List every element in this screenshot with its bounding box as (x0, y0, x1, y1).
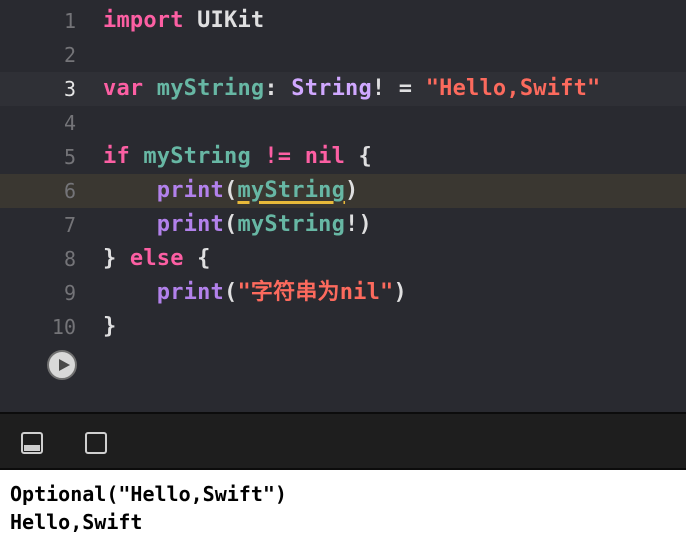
paren: ) (393, 280, 407, 305)
code-line[interactable]: 7 print(myString!) (0, 208, 686, 242)
colon: : (264, 76, 292, 101)
console-panel-icon[interactable] (21, 432, 43, 454)
keyword-else: else (129, 246, 184, 271)
code-text: } (103, 310, 116, 344)
debug-toolbar (0, 412, 686, 470)
line-number: 2 (63, 43, 76, 67)
string-literal: "Hello,Swift" (425, 76, 601, 101)
line-number: 5 (63, 145, 76, 169)
code-line[interactable]: 10 } (0, 310, 686, 344)
line-number: 4 (63, 111, 76, 135)
console-line: Hello,Swift (10, 510, 143, 534)
type-name: String (291, 76, 372, 101)
keyword-import: import (103, 8, 184, 33)
console-output[interactable]: Optional("Hello,Swift") Hello,Swift (0, 470, 686, 552)
function-print: print (156, 212, 225, 237)
identifier: myString (129, 144, 251, 169)
code-text: } else { (103, 242, 211, 276)
square-icon[interactable] (85, 432, 107, 454)
operator: != (250, 144, 305, 169)
code-line-current[interactable]: 3 var myString: String! = "Hello,Swift" (0, 72, 686, 106)
code-line[interactable]: 4 (0, 106, 686, 140)
line-number: 1 (63, 9, 76, 33)
module-name: UIKit (183, 8, 265, 33)
identifier: myString (237, 212, 346, 237)
code-text: var myString: String! = "Hello,Swift" (103, 72, 601, 106)
code-line[interactable]: 2 (0, 38, 686, 72)
paren: ( (224, 178, 238, 203)
function-print: print (156, 178, 225, 203)
panel-fill (24, 445, 40, 451)
string-literal: "字符串为nil" (237, 280, 394, 305)
code-text: print("字符串为nil") (103, 276, 407, 310)
operator: ! = (371, 76, 426, 101)
code-line-warning[interactable]: 6 print(myString) (0, 174, 686, 208)
console-line: Optional("Hello,Swift") (10, 482, 287, 506)
function-print: print (156, 280, 225, 305)
code-line[interactable]: 9 print("字符串为nil") (0, 276, 686, 310)
keyword-nil: nil (304, 144, 346, 169)
identifier: myString (143, 76, 265, 101)
paren: ) (345, 178, 359, 203)
identifier-warning[interactable]: myString (237, 178, 345, 203)
brace: } (103, 246, 130, 271)
code-line[interactable]: 1 import UIKit (0, 4, 686, 38)
run-button[interactable] (47, 350, 77, 380)
code-editor[interactable]: 1 import UIKit 2 3 var myString: String!… (0, 0, 686, 412)
code-line[interactable]: 8 } else { (0, 242, 686, 276)
code-text: print(myString) (103, 174, 358, 208)
keyword-var: var (103, 76, 144, 101)
code-text: print(myString!) (103, 208, 372, 242)
code-text: if myString != nil { (103, 140, 372, 174)
line-number: 7 (63, 213, 76, 237)
code-text: import UIKit (103, 4, 264, 38)
line-number: 10 (51, 315, 76, 339)
play-icon (59, 359, 70, 371)
paren: ( (224, 280, 238, 305)
code-line[interactable]: 5 if myString != nil { (0, 140, 686, 174)
brace: { (345, 144, 372, 169)
brace: { (183, 246, 211, 271)
line-number: 3 (63, 77, 76, 101)
paren: !) (345, 212, 372, 237)
brace: } (103, 314, 117, 339)
line-number: 6 (63, 179, 76, 203)
line-number: 8 (63, 247, 76, 271)
line-number: 9 (63, 281, 76, 305)
paren: ( (224, 212, 238, 237)
keyword-if: if (103, 144, 130, 169)
